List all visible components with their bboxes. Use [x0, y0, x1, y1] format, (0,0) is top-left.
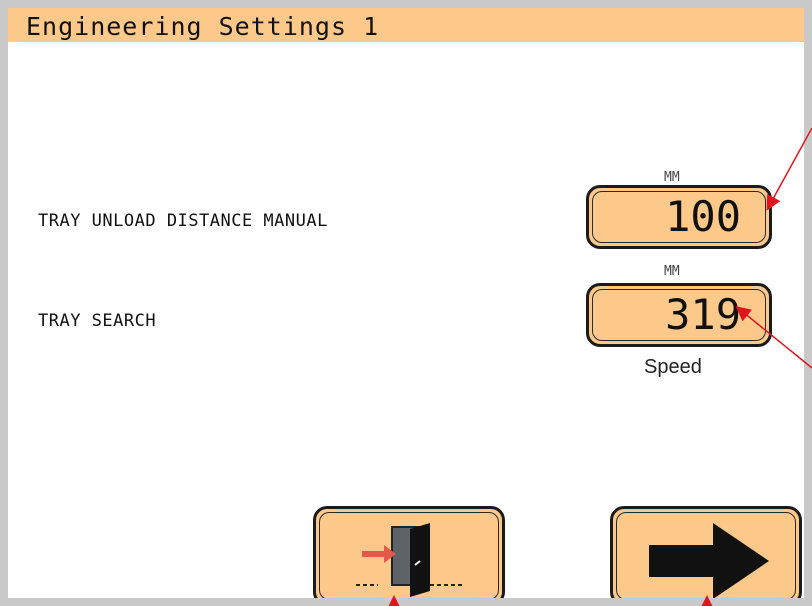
tray-search-field[interactable]: 319: [586, 283, 772, 347]
tray-unload-distance-label: TRAY UNLOAD DISTANCE MANUAL: [38, 211, 328, 231]
tray-unload-distance-unit: MM: [664, 170, 680, 185]
title-bar: Engineering Settings 1: [8, 8, 804, 42]
touch-screen: Engineering Settings 1 TRAY UNLOAD DISTA…: [8, 8, 804, 598]
tray-search-value: 319: [665, 290, 741, 339]
right-arrow-icon: [649, 523, 769, 598]
page-title: Engineering Settings 1: [26, 12, 380, 41]
exit-button[interactable]: [313, 506, 505, 598]
next-button[interactable]: [610, 506, 802, 598]
device-bezel: Engineering Settings 1 TRAY UNLOAD DISTA…: [0, 0, 812, 606]
tray-search-speed-label: Speed: [644, 356, 702, 378]
tray-unload-distance-value: 100: [665, 192, 741, 241]
tray-search-unit: MM: [664, 264, 680, 279]
tray-search-label: TRAY SEARCH: [38, 311, 157, 331]
tray-unload-distance-field[interactable]: 100: [586, 185, 772, 249]
exit-door-icon: [356, 523, 464, 597]
